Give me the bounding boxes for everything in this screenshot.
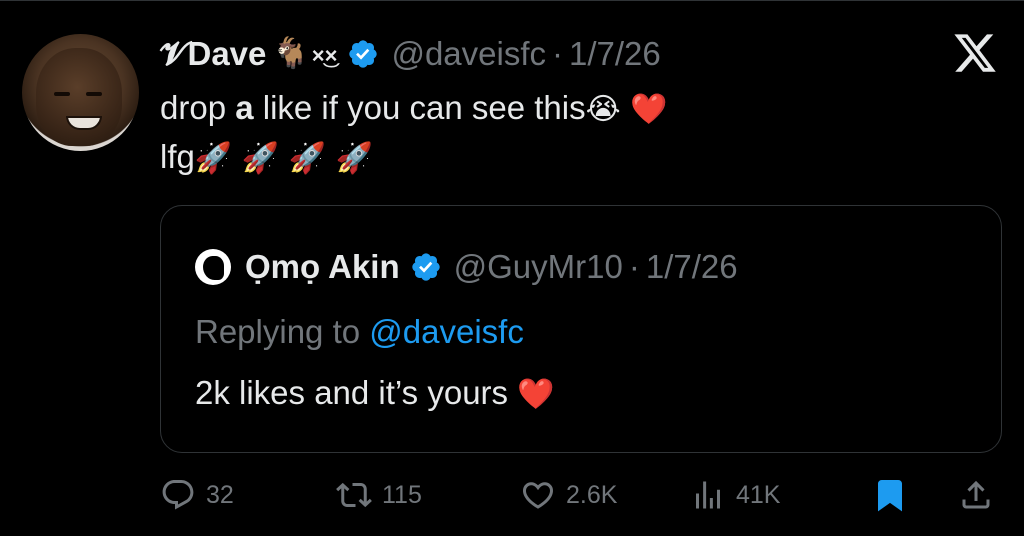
quoted-tweet-date[interactable]: 1/7/26 bbox=[646, 248, 738, 286]
repost-count: 115 bbox=[382, 480, 422, 509]
name-suffix-emote: ×͜× bbox=[311, 43, 338, 68]
quoted-author-handle[interactable]: @GuyMr10 bbox=[454, 248, 623, 286]
reply-button[interactable]: 32 bbox=[160, 470, 234, 520]
views-count: 41K bbox=[736, 480, 781, 509]
replying-to-mention[interactable]: @daveisfc bbox=[369, 313, 524, 350]
like-button[interactable]: 2.6K bbox=[520, 470, 617, 520]
tweet-line-2: lfg🚀 🚀 🚀 🚀 bbox=[160, 138, 373, 176]
share-icon bbox=[962, 480, 990, 509]
top-divider bbox=[0, 0, 1024, 1]
quoted-author-name[interactable]: Ọmọ Akin bbox=[245, 248, 400, 286]
share-button[interactable] bbox=[958, 470, 994, 520]
heart-emoji: ❤️ bbox=[517, 377, 555, 412]
tweet-body: drop a like if you can see this😭 ❤️ lfg🚀… bbox=[160, 84, 668, 182]
reply-count: 32 bbox=[206, 480, 234, 509]
quoted-tweet-text: 2k likes and it’s yours ❤️ bbox=[195, 374, 555, 412]
bookmark-icon bbox=[878, 480, 902, 512]
reply-icon bbox=[162, 480, 194, 510]
avatar-face bbox=[36, 48, 122, 146]
views-icon bbox=[696, 481, 720, 509]
heart-icon bbox=[522, 482, 554, 509]
verified-badge-icon bbox=[411, 253, 440, 281]
goat-emoji-icon: 🐐 bbox=[272, 36, 310, 71]
quoted-tweet-header: Ọmọ Akin @GuyMr10 · 1/7/26 bbox=[195, 244, 738, 290]
quoted-tweet-card[interactable]: Ọmọ Akin @GuyMr10 · 1/7/26 Replying to @… bbox=[160, 205, 1002, 453]
replying-to-line: Replying to @daveisfc bbox=[195, 313, 524, 350]
author-avatar[interactable] bbox=[22, 34, 139, 151]
x-logo-icon bbox=[954, 34, 996, 72]
tweet-date[interactable]: 1/7/26 bbox=[569, 35, 661, 73]
like-count: 2.6K bbox=[566, 480, 618, 509]
author-handle[interactable]: @daveisfc bbox=[391, 35, 546, 73]
repost-button[interactable]: 115 bbox=[336, 470, 422, 520]
views-button[interactable]: 41K bbox=[690, 470, 780, 520]
author-display-name[interactable]: 𝓥Dave bbox=[160, 35, 266, 74]
quoted-header-separator: · bbox=[628, 248, 640, 285]
quoted-author-avatar[interactable] bbox=[195, 249, 231, 285]
tweet-line-1: drop a like if you can see this😭 ❤️ bbox=[160, 89, 668, 127]
header-separator: · bbox=[552, 35, 564, 72]
repost-icon bbox=[336, 482, 372, 508]
tweet-header: 𝓥Dave 🐐 ×͜× @daveisfc · 1/7/26 bbox=[160, 26, 661, 82]
action-bar: 32 115 2.6K 41K bbox=[0, 470, 1024, 520]
crying-heart-emojis: 😭 ❤️ bbox=[585, 92, 668, 127]
bookmark-button[interactable] bbox=[872, 470, 908, 520]
verified-badge-icon bbox=[349, 40, 378, 68]
rocket-emojis: 🚀 🚀 🚀 🚀 bbox=[194, 141, 373, 176]
